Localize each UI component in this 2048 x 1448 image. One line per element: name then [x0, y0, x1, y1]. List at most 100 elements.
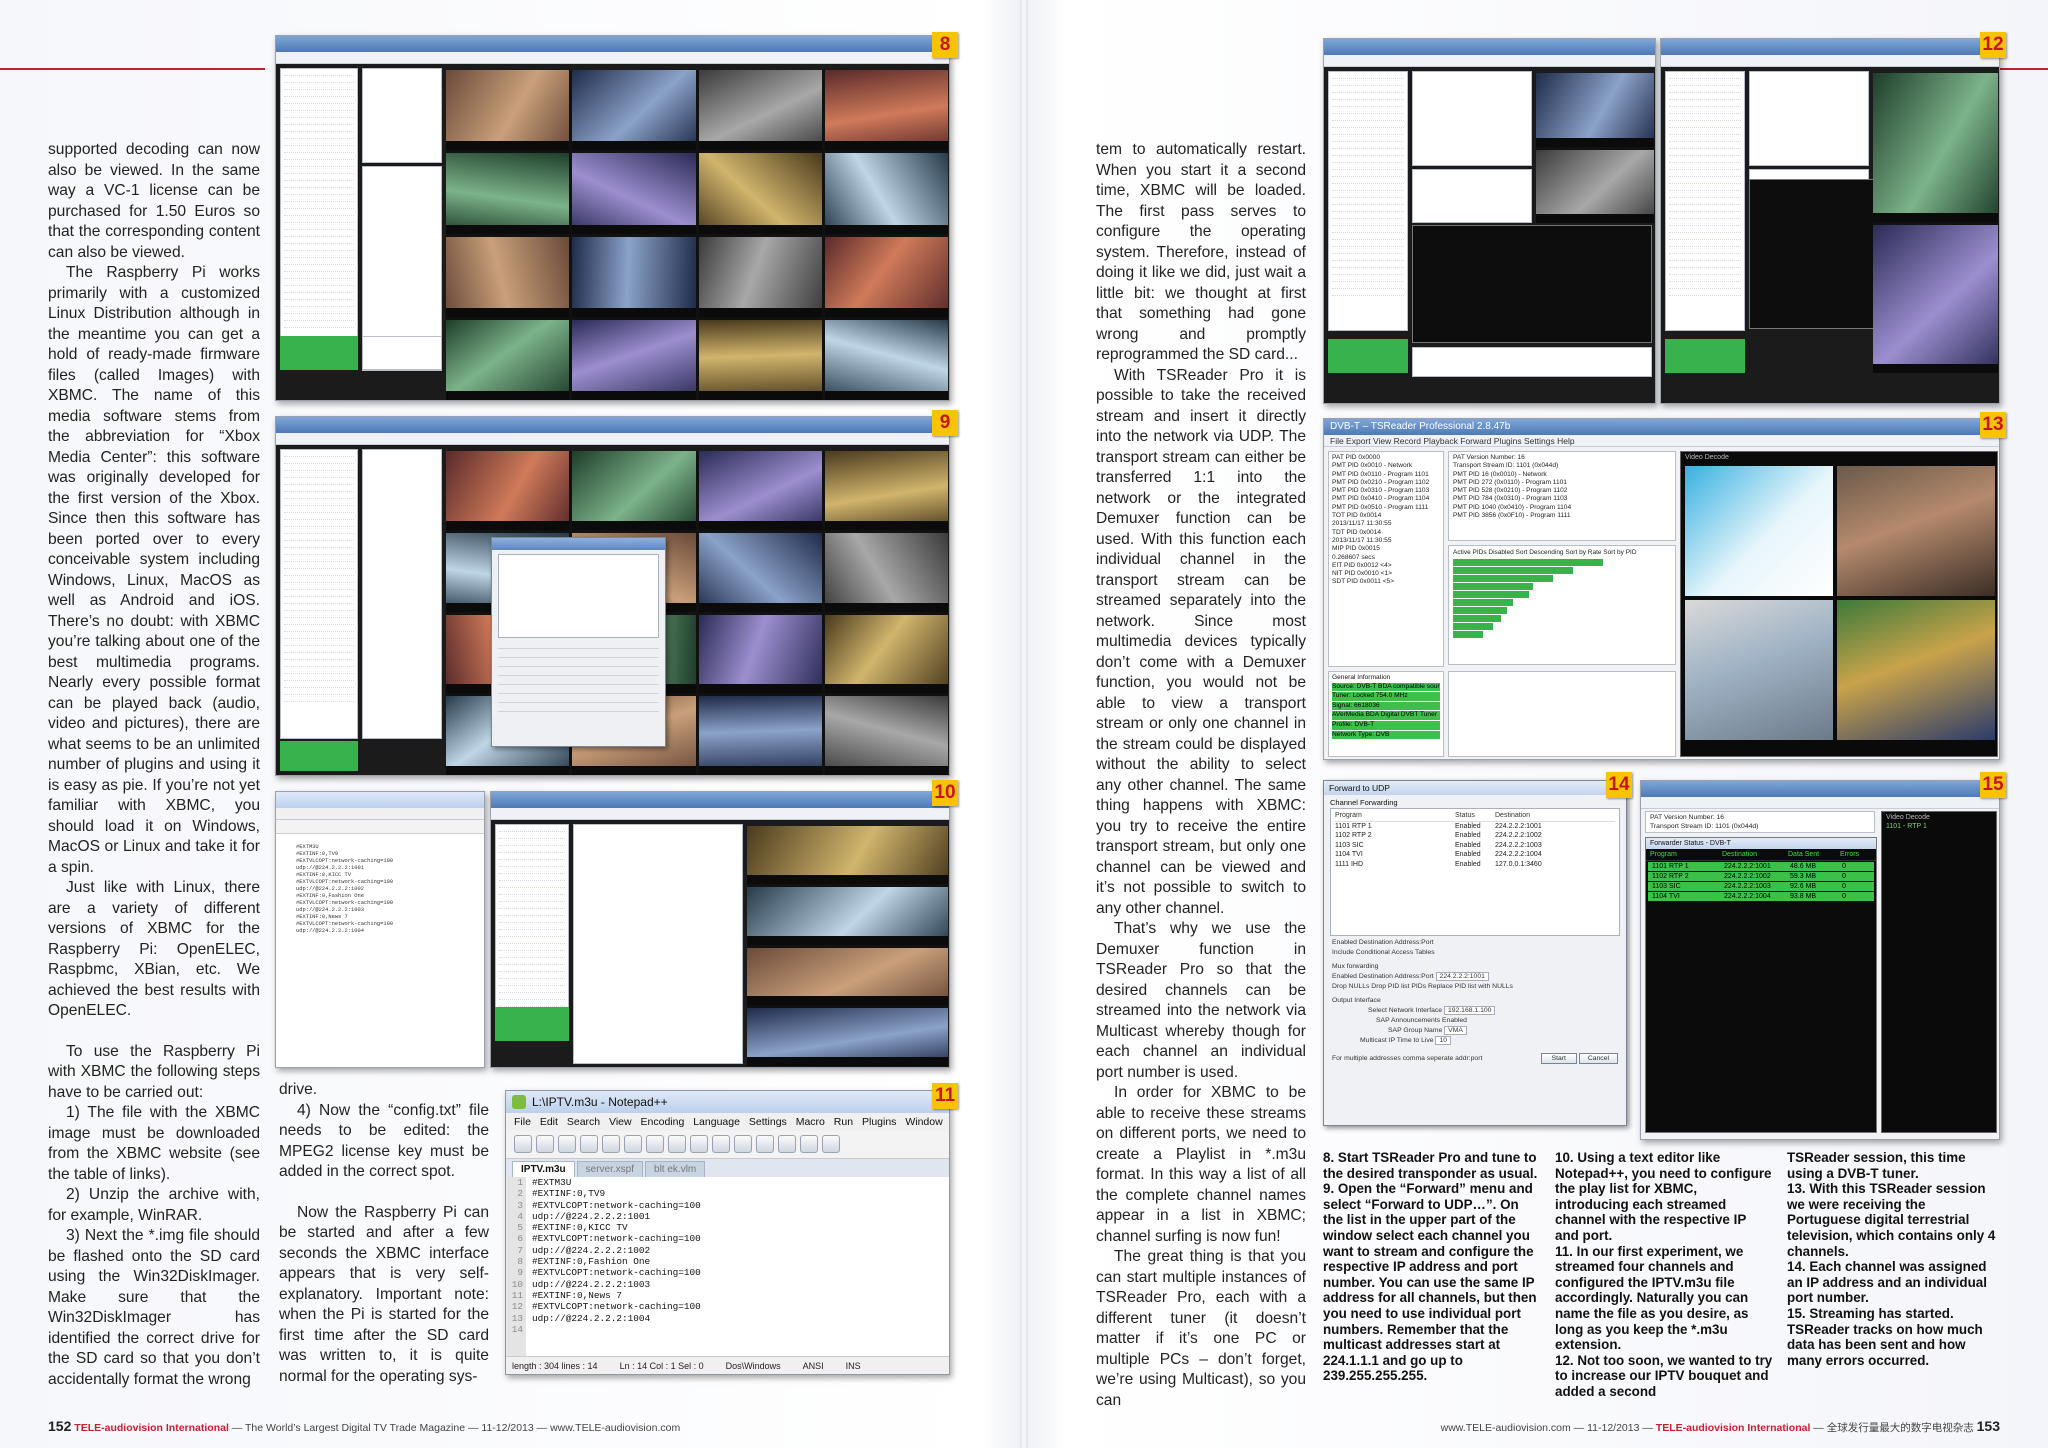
tree-node[interactable]: [284, 562, 354, 569]
tree-node[interactable]: [1669, 86, 1741, 93]
tree-node[interactable]: [284, 555, 354, 562]
table-row[interactable]: 1104 TVI Enabled 224.2.2.2:1004: [1335, 850, 1615, 860]
replace-icon[interactable]: [778, 1135, 796, 1153]
tree-node[interactable]: [1669, 261, 1741, 268]
tree-node[interactable]: [284, 195, 354, 202]
tree-node[interactable]: [499, 944, 565, 951]
tree-node[interactable]: [284, 202, 354, 209]
code-line[interactable]: #EXTM3U: [532, 1177, 949, 1188]
tree-node[interactable]: [1669, 79, 1741, 86]
tree-node[interactable]: [284, 625, 354, 632]
tree-node[interactable]: [499, 846, 565, 853]
tree-node[interactable]: [284, 695, 354, 702]
tree-node[interactable]: [1669, 233, 1741, 240]
tree-node[interactable]: [1669, 219, 1741, 226]
paste-icon[interactable]: [690, 1135, 708, 1153]
tree-node[interactable]: [284, 174, 354, 181]
cancel-button[interactable]: Cancel: [1578, 1053, 1618, 1064]
tree-node[interactable]: [1332, 261, 1404, 268]
tree-node[interactable]: [1332, 191, 1404, 198]
tree-node[interactable]: [284, 597, 354, 604]
forward-dialog[interactable]: [491, 537, 666, 747]
tree-node[interactable]: [284, 265, 354, 272]
tree-node[interactable]: [499, 923, 565, 930]
tree-node[interactable]: [1332, 163, 1404, 170]
table-row[interactable]: 1101 RTP 1 Enabled 224.2.2.2:1001: [1335, 822, 1615, 832]
tree-node[interactable]: [499, 895, 565, 902]
tree-node[interactable]: [499, 902, 565, 909]
window-menubar[interactable]: File Export View Record Playback Forward…: [1324, 435, 1999, 447]
tree-node[interactable]: [284, 646, 354, 653]
tab-server-xspf[interactable]: server.xspf: [576, 1161, 644, 1177]
tree-node[interactable]: [284, 76, 354, 83]
tree-node[interactable]: [284, 688, 354, 695]
tree-node[interactable]: [284, 286, 354, 293]
tree-node[interactable]: [284, 125, 354, 132]
tree-node[interactable]: [284, 153, 354, 160]
tree-node[interactable]: [499, 832, 565, 839]
tree-node[interactable]: [1669, 212, 1741, 219]
zoom-in-icon[interactable]: [800, 1135, 818, 1153]
tree-node[interactable]: [284, 83, 354, 90]
tree-node[interactable]: [284, 583, 354, 590]
tree-node[interactable]: [1332, 177, 1404, 184]
tree-node[interactable]: [284, 118, 354, 125]
tree-node[interactable]: [1332, 114, 1404, 121]
tree-node[interactable]: [1332, 205, 1404, 212]
tree-node[interactable]: [284, 258, 354, 265]
tree-node[interactable]: [1669, 268, 1741, 275]
tree-node[interactable]: [1669, 107, 1741, 114]
tree-node[interactable]: [284, 146, 354, 153]
tree-node[interactable]: [284, 132, 354, 139]
undo-icon[interactable]: [712, 1135, 730, 1153]
code-line[interactable]: [532, 1324, 949, 1335]
tree-node[interactable]: [499, 986, 565, 993]
save-all-icon[interactable]: [580, 1135, 598, 1153]
tree-node[interactable]: [284, 639, 354, 646]
tab-blt-ek-vlm[interactable]: blt ek.vlm: [645, 1161, 706, 1177]
tree-node[interactable]: [1332, 219, 1404, 226]
tree-node[interactable]: [284, 321, 354, 328]
forwarding-options[interactable]: Enabled Destination Address:Port Include…: [1324, 936, 1626, 1066]
tree-node[interactable]: [1669, 177, 1741, 184]
tree-node[interactable]: [284, 681, 354, 688]
tree-node[interactable]: [284, 272, 354, 279]
tree-node[interactable]: [284, 611, 354, 618]
tree-node[interactable]: [284, 548, 354, 555]
tree-node[interactable]: [284, 499, 354, 506]
tree-node[interactable]: [284, 513, 354, 520]
code-line[interactable]: #EXTINF:0,TV9: [532, 1188, 949, 1199]
tree-node[interactable]: [499, 860, 565, 867]
pid-tree[interactable]: PAT PID 0x0000 PMT PID 0x0010 - Network PM…: [1328, 451, 1444, 667]
tree-node[interactable]: [284, 604, 354, 611]
tree-node[interactable]: [284, 492, 354, 499]
tree-node[interactable]: [1332, 142, 1404, 149]
code-line[interactable]: #EXTVLCOPT:network-caching=100: [532, 1233, 949, 1244]
tree-node[interactable]: [1669, 205, 1741, 212]
tree-node[interactable]: [1332, 128, 1404, 135]
tree-node[interactable]: [1669, 72, 1741, 79]
forward-dialog-panel[interactable]: [573, 824, 743, 1064]
tree-node[interactable]: [284, 527, 354, 534]
tree-node[interactable]: [1332, 212, 1404, 219]
tree-node[interactable]: [1332, 268, 1404, 275]
tree-node[interactable]: [1669, 240, 1741, 247]
tree-node[interactable]: [499, 839, 565, 846]
code-line[interactable]: udp://@224.2.2.2:1004: [532, 1313, 949, 1324]
print-icon[interactable]: [624, 1135, 642, 1153]
tree-node[interactable]: [284, 300, 354, 307]
tree-node[interactable]: [284, 485, 354, 492]
tree-node[interactable]: [284, 160, 354, 167]
tree-node[interactable]: [1669, 135, 1741, 142]
code-line[interactable]: udp://@224.2.2.2:1003: [532, 1279, 949, 1290]
tree-node[interactable]: [499, 909, 565, 916]
tree-node[interactable]: [284, 244, 354, 251]
code-line[interactable]: #EXTVLCOPT:network-caching=100: [532, 1267, 949, 1278]
tree-node[interactable]: [1332, 86, 1404, 93]
tree-node[interactable]: [1332, 184, 1404, 191]
table-row[interactable]: 1103 SIC Enabled 224.2.2.2:1003: [1335, 841, 1615, 851]
tree-node[interactable]: [1669, 100, 1741, 107]
tree-node[interactable]: [1669, 226, 1741, 233]
start-button[interactable]: Start: [1540, 1053, 1577, 1064]
tree-node[interactable]: [284, 251, 354, 258]
